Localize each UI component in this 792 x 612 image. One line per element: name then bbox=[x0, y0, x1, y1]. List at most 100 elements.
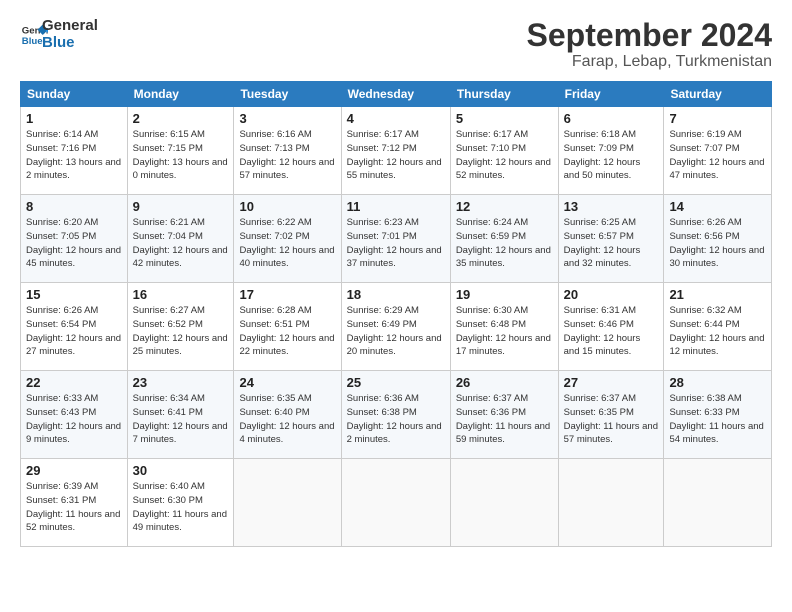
day-info: Sunrise: 6:23 AMSunset: 7:01 PMDaylight:… bbox=[347, 217, 442, 269]
day-number: 24 bbox=[239, 375, 335, 390]
day-number: 4 bbox=[347, 111, 445, 126]
col-thursday: Thursday bbox=[450, 82, 558, 107]
day-number: 15 bbox=[26, 287, 122, 302]
table-row bbox=[234, 459, 341, 547]
table-row: 28 Sunrise: 6:38 AMSunset: 6:33 PMDayligh… bbox=[664, 371, 772, 459]
table-row: 1 Sunrise: 6:14 AMSunset: 7:16 PMDaylight… bbox=[21, 107, 128, 195]
table-row: 9 Sunrise: 6:21 AMSunset: 7:04 PMDaylight… bbox=[127, 195, 234, 283]
day-info: Sunrise: 6:37 AMSunset: 6:35 PMDaylight:… bbox=[564, 393, 658, 445]
table-row: 21 Sunrise: 6:32 AMSunset: 6:44 PMDayligh… bbox=[664, 283, 772, 371]
table-row: 15 Sunrise: 6:26 AMSunset: 6:54 PMDayligh… bbox=[21, 283, 128, 371]
title-area: September 2024 Farap, Lebap, Turkmenista… bbox=[527, 18, 772, 71]
table-row: 3 Sunrise: 6:16 AMSunset: 7:13 PMDaylight… bbox=[234, 107, 341, 195]
day-info: Sunrise: 6:33 AMSunset: 6:43 PMDaylight:… bbox=[26, 393, 121, 445]
table-row: 22 Sunrise: 6:33 AMSunset: 6:43 PMDayligh… bbox=[21, 371, 128, 459]
day-info: Sunrise: 6:31 AMSunset: 6:46 PMDaylight:… bbox=[564, 305, 641, 357]
day-info: Sunrise: 6:32 AMSunset: 6:44 PMDaylight:… bbox=[669, 305, 764, 357]
day-number: 29 bbox=[26, 463, 122, 478]
day-number: 12 bbox=[456, 199, 553, 214]
logo-area: General Blue General Blue bbox=[20, 18, 98, 51]
table-row: 20 Sunrise: 6:31 AMSunset: 6:46 PMDayligh… bbox=[558, 283, 664, 371]
day-number: 21 bbox=[669, 287, 766, 302]
table-row: 5Sunrise: 6:17 AMSunset: 7:10 PMDaylight… bbox=[450, 107, 558, 195]
day-number: 23 bbox=[133, 375, 229, 390]
table-row: 4 Sunrise: 6:17 AMSunset: 7:12 PMDaylight… bbox=[341, 107, 450, 195]
day-number: 6 bbox=[564, 111, 659, 126]
day-info: Sunrise: 6:30 AMSunset: 6:48 PMDaylight:… bbox=[456, 305, 551, 357]
day-info: Sunrise: 6:27 AMSunset: 6:52 PMDaylight:… bbox=[133, 305, 228, 357]
col-saturday: Saturday bbox=[664, 82, 772, 107]
day-info: Sunrise: 6:37 AMSunset: 6:36 PMDaylight:… bbox=[456, 393, 550, 445]
day-number: 17 bbox=[239, 287, 335, 302]
table-row: 26 Sunrise: 6:37 AMSunset: 6:36 PMDayligh… bbox=[450, 371, 558, 459]
table-row: 7 Sunrise: 6:19 AMSunset: 7:07 PMDaylight… bbox=[664, 107, 772, 195]
day-number: 28 bbox=[669, 375, 766, 390]
day-number: 14 bbox=[669, 199, 766, 214]
col-friday: Friday bbox=[558, 82, 664, 107]
calendar-week-1: 1 Sunrise: 6:14 AMSunset: 7:16 PMDaylight… bbox=[21, 107, 772, 195]
calendar-week-2: 8 Sunrise: 6:20 AMSunset: 7:05 PMDaylight… bbox=[21, 195, 772, 283]
day-info: Sunrise: 6:25 AMSunset: 6:57 PMDaylight:… bbox=[564, 217, 641, 269]
table-row bbox=[664, 459, 772, 547]
table-row: 27 Sunrise: 6:37 AMSunset: 6:35 PMDayligh… bbox=[558, 371, 664, 459]
table-row bbox=[450, 459, 558, 547]
table-row: 10 Sunrise: 6:22 AMSunset: 7:02 PMDayligh… bbox=[234, 195, 341, 283]
day-number: 7 bbox=[669, 111, 766, 126]
day-info: Sunrise: 6:34 AMSunset: 6:41 PMDaylight:… bbox=[133, 393, 228, 445]
page: General Blue General Blue September 2024… bbox=[0, 0, 792, 612]
day-info: Sunrise: 6:22 AMSunset: 7:02 PMDaylight:… bbox=[239, 217, 334, 269]
table-row bbox=[341, 459, 450, 547]
col-monday: Monday bbox=[127, 82, 234, 107]
table-row: 16 Sunrise: 6:27 AMSunset: 6:52 PMDayligh… bbox=[127, 283, 234, 371]
table-row: 8 Sunrise: 6:20 AMSunset: 7:05 PMDaylight… bbox=[21, 195, 128, 283]
day-number: 10 bbox=[239, 199, 335, 214]
day-info: Sunrise: 6:16 AMSunset: 7:13 PMDaylight:… bbox=[239, 129, 334, 181]
day-info: Sunrise: 6:20 AMSunset: 7:05 PMDaylight:… bbox=[26, 217, 121, 269]
calendar-week-4: 22 Sunrise: 6:33 AMSunset: 6:43 PMDayligh… bbox=[21, 371, 772, 459]
day-number: 1 bbox=[26, 111, 122, 126]
calendar-table: Sunday Monday Tuesday Wednesday Thursday… bbox=[20, 81, 772, 547]
table-row: 17 Sunrise: 6:28 AMSunset: 6:51 PMDayligh… bbox=[234, 283, 341, 371]
day-number: 22 bbox=[26, 375, 122, 390]
table-row: 29 Sunrise: 6:39 AMSunset: 6:31 PMDayligh… bbox=[21, 459, 128, 547]
table-row: 13Sunrise: 6:25 AMSunset: 6:57 PMDayligh… bbox=[558, 195, 664, 283]
day-info: Sunrise: 6:35 AMSunset: 6:40 PMDaylight:… bbox=[239, 393, 334, 445]
day-number: 8 bbox=[26, 199, 122, 214]
day-info: Sunrise: 6:36 AMSunset: 6:38 PMDaylight:… bbox=[347, 393, 442, 445]
day-number: 3 bbox=[239, 111, 335, 126]
day-info: Sunrise: 6:21 AMSunset: 7:04 PMDaylight:… bbox=[133, 217, 228, 269]
day-number: 25 bbox=[347, 375, 445, 390]
table-row: 19 Sunrise: 6:30 AMSunset: 6:48 PMDayligh… bbox=[450, 283, 558, 371]
col-tuesday: Tuesday bbox=[234, 82, 341, 107]
col-sunday: Sunday bbox=[21, 82, 128, 107]
calendar-week-3: 15 Sunrise: 6:26 AMSunset: 6:54 PMDayligh… bbox=[21, 283, 772, 371]
day-number: 26 bbox=[456, 375, 553, 390]
day-info: Sunrise: 6:26 AMSunset: 6:54 PMDaylight:… bbox=[26, 305, 121, 357]
day-info: Sunrise: 6:38 AMSunset: 6:33 PMDaylight:… bbox=[669, 393, 763, 445]
header: General Blue General Blue September 2024… bbox=[20, 18, 772, 71]
day-info: Sunrise: 6:24 AMSunset: 6:59 PMDaylight:… bbox=[456, 217, 551, 269]
day-info: Sunrise: 6:28 AMSunset: 6:51 PMDaylight:… bbox=[239, 305, 334, 357]
day-info: Sunrise: 6:29 AMSunset: 6:49 PMDaylight:… bbox=[347, 305, 442, 357]
day-number: 20 bbox=[564, 287, 659, 302]
day-number: 9 bbox=[133, 199, 229, 214]
table-row: 30 Sunrise: 6:40 AMSunset: 6:30 PMDayligh… bbox=[127, 459, 234, 547]
day-number: 27 bbox=[564, 375, 659, 390]
day-number: 30 bbox=[133, 463, 229, 478]
day-info: Sunrise: 6:26 AMSunset: 6:56 PMDaylight:… bbox=[669, 217, 764, 269]
day-info: Sunrise: 6:40 AMSunset: 6:30 PMDaylight:… bbox=[133, 481, 227, 533]
day-number: 18 bbox=[347, 287, 445, 302]
month-title: September 2024 bbox=[527, 18, 772, 53]
table-row: 2Sunrise: 6:15 AMSunset: 7:15 PMDaylight… bbox=[127, 107, 234, 195]
day-number: 19 bbox=[456, 287, 553, 302]
day-info: Sunrise: 6:17 AMSunset: 7:12 PMDaylight:… bbox=[347, 129, 442, 181]
day-info: Sunrise: 6:18 AMSunset: 7:09 PMDaylight:… bbox=[564, 129, 641, 181]
table-row: 14 Sunrise: 6:26 AMSunset: 6:56 PMDayligh… bbox=[664, 195, 772, 283]
day-info: Sunrise: 6:39 AMSunset: 6:31 PMDaylight:… bbox=[26, 481, 120, 533]
day-info: Sunrise: 6:14 AMSunset: 7:16 PMDaylight:… bbox=[26, 129, 121, 181]
day-number: 16 bbox=[133, 287, 229, 302]
table-row: 25 Sunrise: 6:36 AMSunset: 6:38 PMDayligh… bbox=[341, 371, 450, 459]
day-info: Sunrise: 6:19 AMSunset: 7:07 PMDaylight:… bbox=[669, 129, 764, 181]
day-info: Sunrise: 6:17 AMSunset: 7:10 PMDaylight:… bbox=[456, 129, 551, 181]
logo-line1: General bbox=[42, 18, 98, 35]
